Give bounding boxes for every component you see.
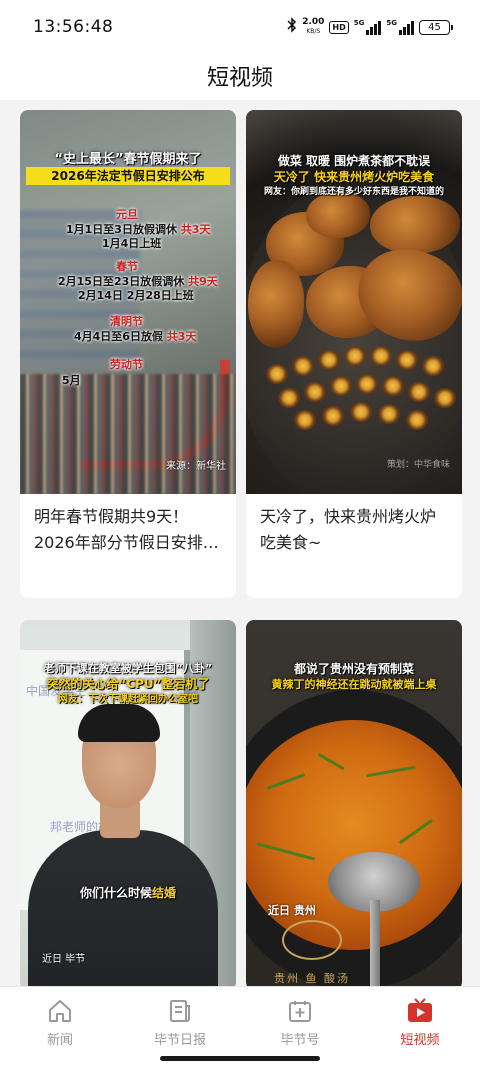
network-speed: 2.00 KB/S (302, 18, 324, 36)
holiday-name: 劳动节 (110, 358, 143, 371)
hd-badge: HD (329, 20, 349, 34)
chestnut (294, 410, 316, 430)
video-caption-text: 明年春节假期共9天！2026年部分节假日安排… (34, 507, 219, 552)
overlay-line: 网友：下次下课赶紧回办公室吧 (58, 694, 198, 705)
nav-label: 新闻 (46, 1033, 73, 1048)
workday-note: 1月4日上班 (102, 237, 162, 250)
overlay-banner: 2026年法定节假日安排公布 (26, 167, 230, 185)
holiday-days: 共3天 (180, 223, 211, 236)
roasted-potato (370, 196, 460, 254)
holiday-month: 5月 (62, 374, 81, 387)
chestnut (422, 356, 444, 376)
overlay-line: 做菜 取暖 围炉煮茶都不耽误 (277, 154, 431, 168)
nav-item-news[interactable]: 新闻 (0, 987, 120, 1052)
video-play-icon (406, 997, 434, 1025)
holiday-name: 元旦 (116, 208, 138, 221)
chestnut (396, 350, 418, 370)
signal-icon: 5G (354, 19, 382, 35)
chestnut (350, 402, 372, 422)
status-time: 13:56:48 (33, 17, 114, 37)
overlay-line: 都说了贵州没有预制菜 (293, 662, 414, 676)
bluetooth-icon (287, 17, 297, 37)
workday-note: 2月14日 2月28日上班 (78, 289, 194, 302)
holiday-name: 春节 (116, 260, 138, 273)
overlay-headline: “史上最长”春节假期来了 (54, 152, 202, 167)
gesture-area (0, 1052, 480, 1072)
roasted-potato (248, 260, 304, 348)
pot-rim-text: 贵州 鱼 酸汤 (274, 972, 350, 985)
signal-icon: 5G (386, 19, 414, 35)
nav-label: 毕节号 (280, 1033, 320, 1048)
holiday-days: 共3天 (166, 330, 197, 343)
chestnut (318, 350, 340, 370)
roasted-potato (306, 192, 370, 238)
person-hair (78, 704, 160, 742)
subtitle-highlight: 结婚 (152, 886, 177, 900)
chestnut (378, 404, 400, 424)
overlay-line: 老师下课在教室被学生包围“八卦” (43, 662, 213, 675)
signal-label: 5G (353, 19, 365, 27)
holiday-dates: 4月4日至6日放假 (74, 330, 163, 343)
nav-item-bijie-daily[interactable]: 毕节日报 (120, 987, 240, 1052)
overlay-line: 天冷了 快来贵州烤火炉吃美食 (273, 170, 435, 184)
video-caption-text: 天冷了，快来贵州烤火炉吃美食~ (260, 507, 437, 552)
status-bar: 13:56:48 2.00 KB/S HD 5G 5G 45 (0, 0, 480, 52)
video-subtitle: 你们什么时候结婚 (20, 884, 236, 901)
chestnut (278, 388, 300, 408)
video-location: 近日 贵州 (268, 904, 316, 917)
video-thumbnail[interactable]: 做菜 取暖 围炉煮茶都不耽误 天冷了 快来贵州烤火炉吃美食 网友：你刷到底还有多… (246, 110, 462, 494)
gesture-bar[interactable] (160, 1056, 320, 1061)
newspaper-icon (166, 997, 194, 1025)
video-card[interactable]: 中国发学生 邦老师的故事 老师下课在教室被学生包围“八卦” 突然的关心给“CPU… (20, 620, 236, 990)
bottom-nav: 新闻 毕节日报 毕节号 短视频 (0, 986, 480, 1052)
chestnut (406, 410, 428, 430)
battery-icon: 45 (419, 19, 453, 35)
chestnut (434, 388, 456, 408)
holiday-detail: 4月4日至6日放假 共3天 (74, 328, 196, 344)
video-thumbnail[interactable]: 中国发学生 邦老师的故事 老师下课在教室被学生包围“八卦” 突然的关心给“CPU… (20, 620, 236, 990)
video-location: 近日 毕节 (42, 954, 86, 965)
video-thumbnail[interactable]: “史上最长”春节假期来了 2026年法定节假日安排公布 元旦 1月1日至3日放假… (20, 110, 236, 494)
nav-item-bijie-hao[interactable]: 毕节号 (240, 987, 360, 1052)
network-speed-unit: KB/S (306, 28, 321, 35)
overlay-line: 黄辣丁的神经还在跳动就被端上桌 (271, 678, 437, 691)
video-caption[interactable]: 天冷了，快来贵州烤火炉吃美食~ (246, 494, 462, 598)
video-caption[interactable]: 明年春节假期共9天！2026年部分节假日安排… (20, 494, 236, 598)
video-thumbnail[interactable]: 贵州 鱼 酸汤 都说了贵州没有预制菜 黄辣丁的神经还在跳动就被端上桌 近日 贵州 (246, 620, 462, 990)
chestnut (304, 382, 326, 402)
chestnut (266, 364, 288, 384)
chestnut (330, 376, 352, 396)
overlay-line: 网友：你刷到底还有多少好东西是我不知道的 (263, 187, 444, 197)
video-source: 来源：新华社 (166, 461, 226, 472)
nav-item-short-video[interactable]: 短视频 (360, 987, 480, 1052)
holiday-name: 清明节 (110, 315, 143, 328)
nav-label: 短视频 (400, 1033, 440, 1048)
subtitle-text: 你们什么时候 (79, 886, 152, 900)
chestnut (344, 346, 366, 366)
video-card[interactable]: 做菜 取暖 围炉煮茶都不耽误 天冷了 快来贵州烤火炉吃美食 网友：你刷到底还有多… (246, 110, 462, 598)
person-jacket (28, 830, 218, 990)
network-speed-value: 2.00 (302, 17, 325, 27)
crowd (20, 374, 236, 494)
add-box-icon (286, 997, 314, 1025)
chestnut (322, 406, 344, 426)
video-card[interactable]: 贵州 鱼 酸汤 都说了贵州没有预制菜 黄辣丁的神经还在跳动就被端上桌 近日 贵州 (246, 620, 462, 990)
status-icons: 2.00 KB/S HD 5G 5G 45 (287, 17, 453, 37)
page-title: 短视频 (206, 66, 273, 91)
page-header: 短视频 (0, 52, 480, 100)
signal-label: 5G (386, 19, 397, 27)
chestnut (408, 382, 430, 402)
chestnut (356, 374, 378, 394)
chestnut (292, 356, 314, 376)
video-watermark: 策划：中华食味 (386, 460, 450, 470)
restaurant-logo (282, 920, 342, 960)
chestnut (370, 346, 392, 366)
ladle-handle (370, 900, 380, 990)
home-icon (46, 997, 74, 1025)
video-card[interactable]: “史上最长”春节假期来了 2026年法定节假日安排公布 元旦 1月1日至3日放假… (20, 110, 236, 598)
chestnut (382, 376, 404, 396)
nav-label: 毕节日报 (153, 1033, 206, 1048)
